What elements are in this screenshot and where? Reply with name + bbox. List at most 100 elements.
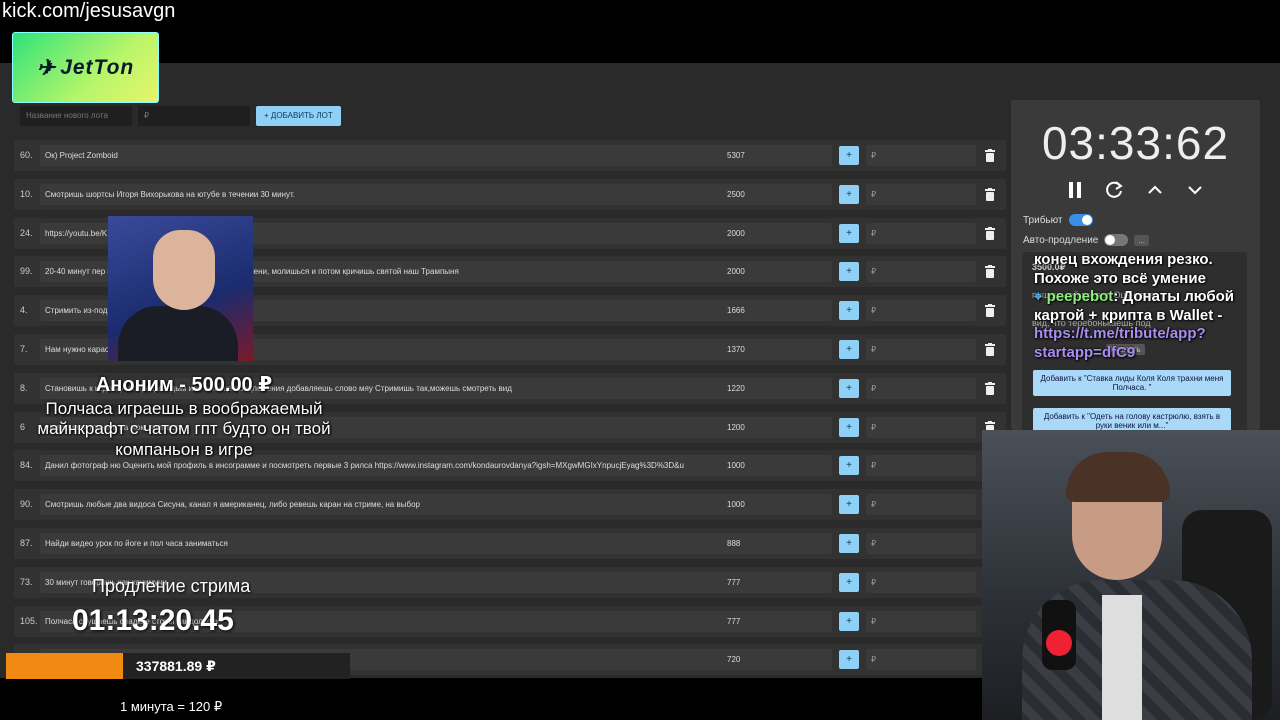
lot-amount-input[interactable]: 1370	[722, 339, 832, 360]
lot-amount-input[interactable]: 2500	[722, 183, 832, 205]
lot-add-button[interactable]: +	[839, 184, 859, 204]
lot-number: 99.	[20, 266, 33, 277]
popup-add-button-1[interactable]: Добавить к "Ставка лиды Коля Коля трахни…	[1033, 370, 1231, 396]
lot-add-button[interactable]: +	[839, 456, 859, 476]
lot-price-input[interactable]: ₽	[866, 533, 976, 554]
lot-row: 90. Смотришь любые два видоса Сисуна, кан…	[14, 489, 1006, 521]
lot-add-button[interactable]: +	[839, 650, 859, 670]
plane-icon: ✈	[36, 54, 57, 80]
donation-author: Аноним - 500.00 ₽	[95, 374, 273, 396]
lot-amount-input[interactable]: 2000	[722, 222, 832, 244]
trash-icon[interactable]	[984, 381, 996, 395]
lot-amount-input[interactable]: 2000	[722, 261, 832, 283]
lot-price-input[interactable]: ₽	[866, 261, 976, 283]
lot-add-button[interactable]: +	[839, 146, 859, 165]
popup-add-button-2[interactable]: Добавить к "Одеть на голову кастрюлю, вз…	[1033, 408, 1231, 432]
chat-line: Похоже это всё умение	[1034, 269, 1206, 287]
donation-image	[108, 216, 253, 361]
lot-price-input[interactable]: ₽	[866, 222, 976, 244]
lot-price-input[interactable]: ₽	[866, 571, 976, 593]
progress-fill	[6, 653, 123, 679]
lot-price-input[interactable]: ₽	[866, 145, 976, 166]
lot-add-button[interactable]: +	[839, 534, 859, 553]
progress-amount: 337881.89 ₽	[136, 658, 216, 674]
lot-amount-input[interactable]: 888	[722, 533, 832, 554]
lot-title-input[interactable]: Смотришь любые два видоса Сисуна, канал …	[40, 494, 730, 516]
lot-number: 10.	[20, 188, 33, 199]
pause-icon[interactable]	[1065, 180, 1085, 200]
lot-price-input[interactable]: ₽	[866, 377, 976, 399]
tribute-toggle-row: Трибьют	[1023, 214, 1093, 226]
add-lot-button[interactable]: + ДОБАВИТЬ ЛОТ	[256, 106, 341, 126]
lot-title-input[interactable]: Смотришь шортсы Игоря Вихорькова на ютуб…	[40, 183, 730, 205]
auto-extend-label: Авто-продление	[1023, 234, 1099, 246]
lot-amount-input[interactable]: 1666	[722, 300, 832, 322]
auto-extend-more-button[interactable]: ...	[1134, 234, 1150, 246]
lot-amount-input[interactable]: 777	[722, 571, 832, 593]
tribute-toggle[interactable]	[1068, 214, 1093, 226]
lot-price-input[interactable]: ₽	[866, 300, 976, 322]
lot-add-button[interactable]: +	[839, 378, 859, 398]
lot-add-button[interactable]: +	[839, 301, 859, 321]
trash-icon[interactable]	[984, 304, 996, 318]
kick-url: kick.com/jesusavgn	[2, 0, 176, 22]
trash-icon[interactable]	[984, 187, 996, 201]
lot-number: 7.	[20, 344, 28, 354]
trash-icon[interactable]	[984, 226, 996, 240]
chat-bot-icon: ⌖	[1034, 288, 1043, 306]
new-lot-name-input[interactable]: Название нового лота	[20, 106, 132, 126]
lot-add-button[interactable]: +	[839, 611, 859, 631]
webcam	[982, 430, 1280, 720]
donation-progress: 337881.89 ₽	[6, 653, 350, 679]
chevron-down-icon[interactable]	[1185, 180, 1205, 200]
chat-username: peepebot	[1046, 288, 1114, 306]
chat-link[interactable]: https://t.me/tribute/app?startapp=dfC9	[1034, 325, 1206, 361]
lot-amount-input[interactable]: 1200	[722, 416, 832, 438]
lot-price-input[interactable]: ₽	[866, 416, 976, 438]
lot-add-button[interactable]: +	[839, 495, 859, 515]
lot-row: 10. Смотришь шортсы Игоря Вихорькова на ю…	[14, 178, 1006, 210]
auto-extend-toggle[interactable]	[1104, 234, 1129, 246]
lot-number: 90.	[20, 499, 33, 510]
auto-extend-row: Авто-продление ...	[1023, 234, 1150, 246]
tribute-label: Трибьют	[1023, 214, 1063, 226]
lot-price-input[interactable]: ₽	[866, 339, 976, 360]
lot-amount-input[interactable]: 1000	[722, 455, 832, 477]
lot-price-input[interactable]: ₽	[866, 610, 976, 632]
lot-price-input[interactable]: ₽	[866, 183, 976, 205]
lot-title-input[interactable]: Ок) Project Zomboid	[40, 145, 730, 166]
lot-add-button[interactable]: +	[839, 262, 859, 282]
trash-icon[interactable]	[984, 343, 996, 356]
trash-icon[interactable]	[984, 149, 996, 162]
lot-add-button[interactable]: +	[839, 572, 859, 592]
lot-add-button[interactable]: +	[839, 417, 859, 437]
lot-title-input[interactable]: Найди видео урок по йоге и пол часа зани…	[40, 533, 730, 554]
donation-message: Полчаса играешь в воображаемый майнкрафт…	[37, 399, 331, 459]
lot-row: 60. Ок) Project Zomboid 5307 + ₽	[14, 140, 1006, 171]
add-lot-bar: Название нового лота ₽ + ДОБАВИТЬ ЛОТ	[20, 106, 341, 126]
lot-price-input[interactable]: ₽	[866, 455, 976, 477]
lot-amount-input[interactable]: 1220	[722, 377, 832, 399]
lot-amount-input[interactable]: 1000	[722, 494, 832, 516]
rate-text: 1 минута = 120 ₽	[120, 699, 223, 714]
lot-number: 73.	[20, 576, 33, 587]
lot-number: 87.	[20, 538, 33, 548]
lot-row: 87. Найди видео урок по йоге и пол часа з…	[14, 528, 1006, 559]
lot-amount-input[interactable]: 5307	[722, 145, 832, 166]
lot-price-input[interactable]: ₽	[866, 649, 976, 671]
lot-amount-input[interactable]: 777	[722, 610, 832, 632]
lot-amount-input[interactable]: 720	[722, 649, 832, 671]
new-lot-price-input[interactable]: ₽	[138, 106, 250, 126]
trash-icon[interactable]	[984, 265, 996, 279]
donation-alert: Аноним - 500.00 ₽ Полчаса играешь в вооб…	[24, 372, 344, 460]
lot-number: 4.	[20, 305, 28, 316]
chat-overlay: конец вхождения резко. Похоже это всё ум…	[1034, 251, 1274, 363]
chevron-up-icon[interactable]	[1145, 180, 1165, 200]
lot-add-button[interactable]: +	[839, 340, 859, 359]
lot-number: 105.	[20, 615, 38, 626]
logo-text: JetTon	[60, 55, 135, 79]
reset-icon[interactable]	[1104, 180, 1124, 200]
lot-number: 24.	[20, 227, 33, 238]
lot-add-button[interactable]: +	[839, 223, 859, 243]
lot-price-input[interactable]: ₽	[866, 494, 976, 516]
